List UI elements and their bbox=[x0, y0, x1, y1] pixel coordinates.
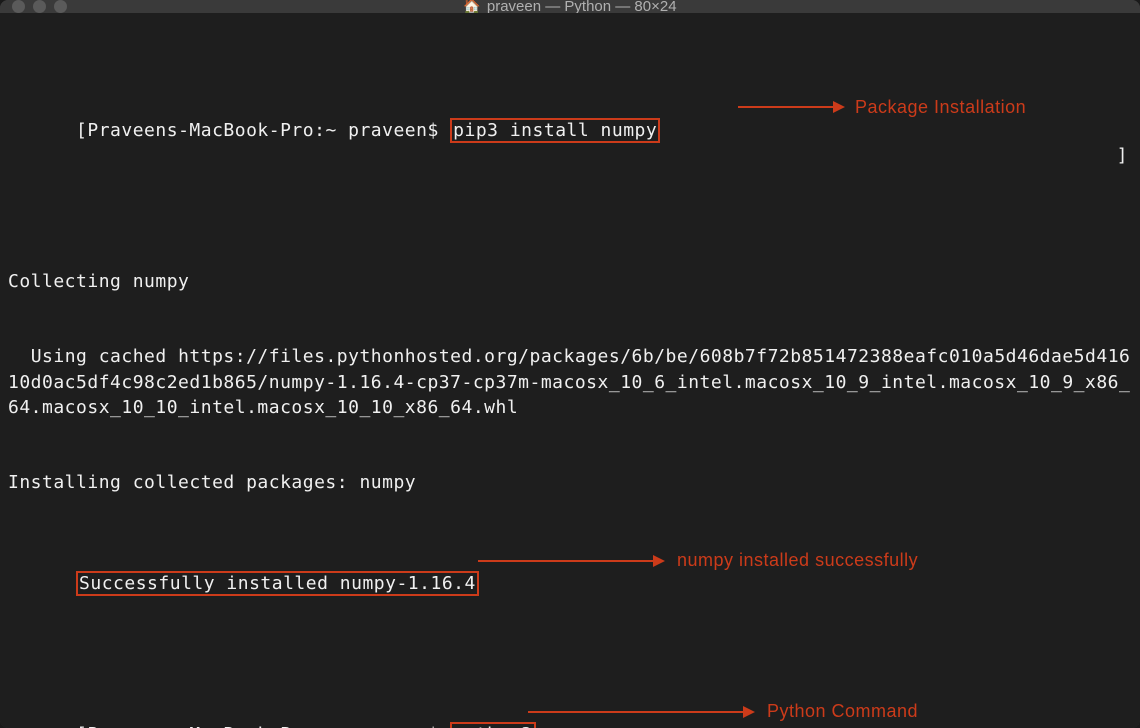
terminal-window: 🏠 praveen — Python — 80×24 [Praveens-Mac… bbox=[0, 0, 1140, 728]
annotation-label: Package Installation bbox=[855, 95, 1026, 120]
boxed-success: Successfully installed numpy-1.16.4 bbox=[76, 571, 479, 596]
boxed-command: python3 bbox=[450, 722, 535, 728]
right-bracket: ] bbox=[1117, 143, 1128, 168]
annotation-label: Python Command bbox=[767, 699, 918, 724]
annotation-package-installation: Package Installation bbox=[738, 95, 1026, 120]
prompt: [Praveens-MacBook-Pro:~ praveen$ bbox=[76, 724, 450, 728]
terminal-line: Successfully installed numpy-1.16.4 nump… bbox=[8, 546, 1132, 647]
annotation-python-command: Python Command bbox=[528, 699, 918, 724]
zoom-icon[interactable] bbox=[54, 0, 67, 13]
traffic-lights bbox=[12, 0, 67, 13]
success-text: Successfully installed numpy-1.16.4 bbox=[79, 573, 476, 594]
terminal-line: Collecting numpy bbox=[8, 269, 1132, 294]
terminal-body[interactable]: [Praveens-MacBook-Pro:~ praveen$ pip3 in… bbox=[0, 13, 1140, 728]
annotation-numpy-installed: numpy installed successfully bbox=[478, 548, 918, 573]
close-icon[interactable] bbox=[12, 0, 25, 13]
prompt: [Praveens-MacBook-Pro:~ praveen$ bbox=[76, 120, 450, 141]
terminal-line: [Praveens-MacBook-Pro:~ praveen$ pip3 in… bbox=[8, 93, 1132, 219]
minimize-icon[interactable] bbox=[33, 0, 46, 13]
terminal-line: [Praveens-MacBook-Pro:~ praveen$ python3… bbox=[8, 697, 1132, 728]
titlebar: 🏠 praveen — Python — 80×24 bbox=[0, 0, 1140, 13]
cmd-text: pip3 install numpy bbox=[453, 120, 657, 141]
boxed-command: pip3 install numpy bbox=[450, 118, 660, 143]
terminal-line: Installing collected packages: numpy bbox=[8, 470, 1132, 495]
annotation-label: numpy installed successfully bbox=[677, 548, 918, 573]
terminal-line: Using cached https://files.pythonhosted.… bbox=[8, 344, 1132, 420]
cmd-text: python3 bbox=[453, 724, 532, 728]
